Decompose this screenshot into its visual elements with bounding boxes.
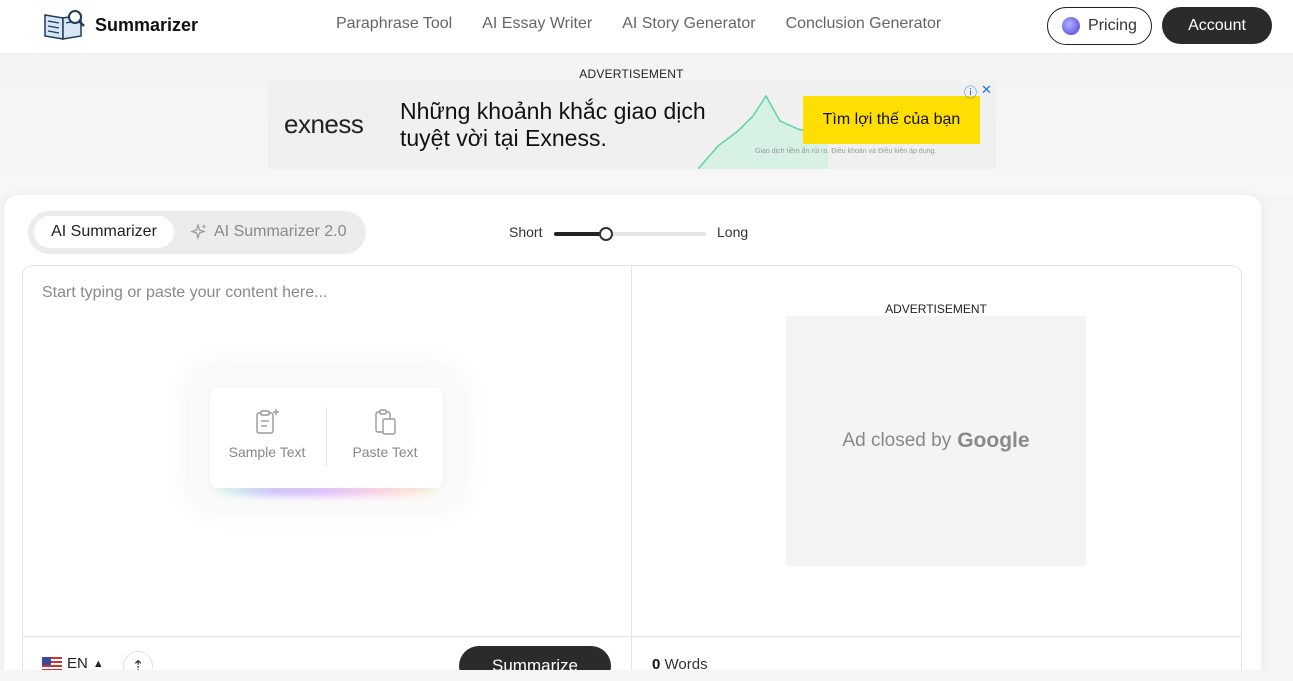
exness-banner-ad[interactable]: exness Những khoảnh khắc giao dịch tuyệt… bbox=[268, 81, 996, 169]
logo[interactable]: Summarizer bbox=[43, 9, 198, 41]
action-separator bbox=[326, 407, 327, 467]
google-wordmark: Google bbox=[957, 429, 1030, 452]
book-magnifier-icon bbox=[44, 10, 85, 40]
clipboard-paste-icon bbox=[375, 409, 396, 435]
sparkle-icon bbox=[190, 223, 207, 241]
paste-text-button[interactable]: Paste Text bbox=[330, 408, 440, 460]
slider-fill bbox=[554, 232, 606, 236]
ad-choices[interactable]: ⓘ ✕ bbox=[964, 82, 992, 101]
logo-text: Summarizer bbox=[95, 14, 199, 35]
tab-ai-summarizer-2[interactable]: AI Summarizer 2.0 bbox=[190, 216, 360, 248]
pricing-label: Pricing bbox=[1088, 17, 1137, 34]
nav-conclusion-generator[interactable]: Conclusion Generator bbox=[786, 15, 942, 33]
caret-up-icon: ▲ bbox=[92, 657, 104, 670]
length-short-label: Short bbox=[509, 224, 543, 240]
summary-length-slider[interactable] bbox=[554, 227, 706, 241]
us-flag-icon bbox=[42, 656, 62, 671]
input-textarea[interactable]: Start typing or paste your content here.… bbox=[42, 284, 328, 302]
paste-text-label: Paste Text bbox=[352, 444, 418, 460]
length-long-label: Long bbox=[717, 224, 749, 240]
pricing-button[interactable]: Pricing bbox=[1047, 7, 1152, 45]
banner-brand: exness bbox=[284, 109, 364, 139]
side-ad-box: Ad closed by Google bbox=[786, 316, 1086, 566]
banner-fine-print: Giao dịch tiềm ẩn rủi ro. Điều khoản và … bbox=[755, 148, 937, 155]
side-ad-label: ADVERTISEMENT bbox=[885, 302, 987, 316]
ad-closed-text: Ad closed by bbox=[842, 430, 952, 451]
clipboard-add-icon bbox=[256, 409, 279, 434]
main-nav: Paraphrase Tool AI Essay Writer AI Story… bbox=[336, 15, 941, 33]
ad-label: ADVERTISEMENT bbox=[579, 67, 684, 81]
nav-ai-story-generator[interactable]: AI Story Generator bbox=[622, 15, 755, 33]
pane-footer-divider bbox=[23, 636, 1241, 637]
pane-divider bbox=[631, 266, 632, 681]
close-icon[interactable]: ✕ bbox=[981, 82, 992, 101]
info-icon[interactable]: ⓘ bbox=[964, 82, 977, 101]
sample-text-label: Sample Text bbox=[228, 444, 306, 460]
slider-thumb[interactable] bbox=[598, 227, 613, 241]
nav-ai-essay-writer[interactable]: AI Essay Writer bbox=[482, 15, 592, 33]
sample-text-button[interactable]: Sample Text bbox=[212, 408, 322, 460]
tab-ai-summarizer[interactable]: AI Summarizer bbox=[34, 216, 174, 248]
account-button[interactable]: Account bbox=[1162, 7, 1272, 44]
top-header: Summarizer Paraphrase Tool AI Essay Writ… bbox=[0, 0, 1293, 54]
page-bottom bbox=[0, 670, 1293, 681]
crown-icon bbox=[1062, 17, 1081, 35]
banner-cta-button[interactable]: Tìm lợi thế của bạn bbox=[803, 96, 980, 144]
nav-paraphrase-tool[interactable]: Paraphrase Tool bbox=[336, 15, 452, 33]
tab-ai-summarizer-2-label: AI Summarizer 2.0 bbox=[214, 223, 347, 240]
